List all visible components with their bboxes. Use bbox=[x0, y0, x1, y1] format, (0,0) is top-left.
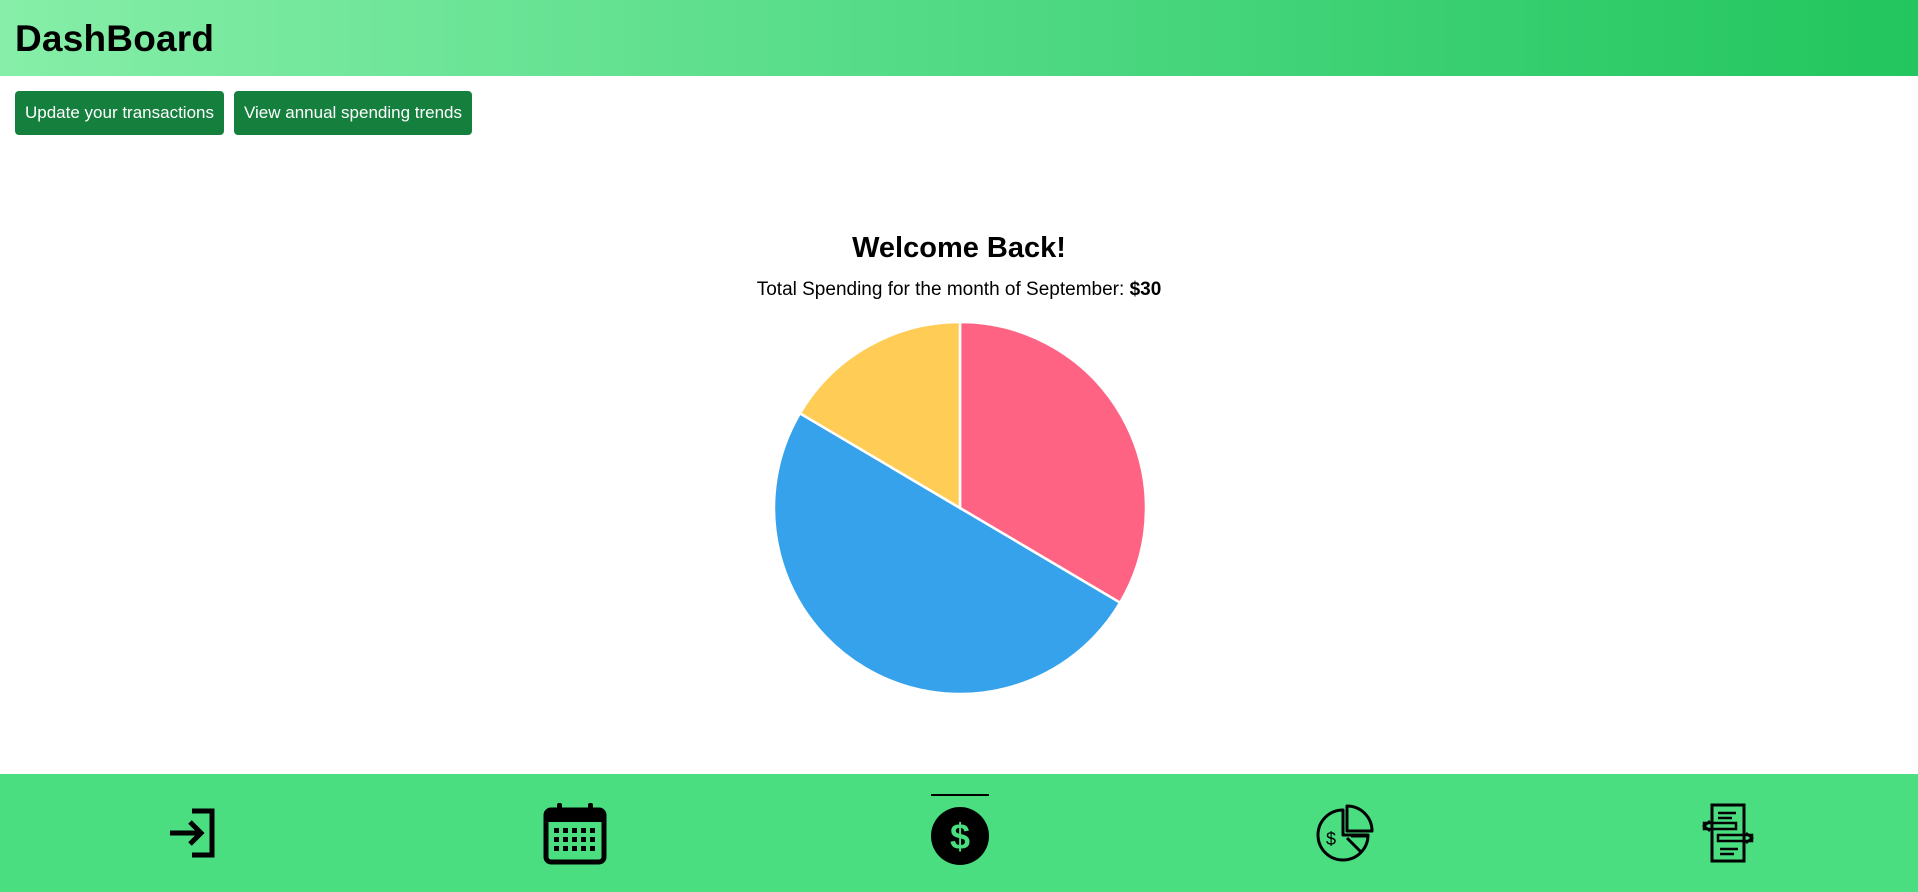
update-transactions-button[interactable]: Update your transactions bbox=[15, 91, 224, 135]
spending-pie-chart bbox=[772, 320, 1148, 696]
header-bar: DashBoard bbox=[0, 0, 1918, 76]
nav-budget[interactable]: pie-chart-dollar-icon $ bbox=[1285, 774, 1405, 892]
spending-amount: $30 bbox=[1129, 279, 1162, 300]
pie-chart-dollar-icon: $ bbox=[1316, 804, 1374, 862]
sign-in-icon bbox=[170, 808, 215, 858]
active-indicator bbox=[931, 794, 989, 796]
app: DashBoard Update your transactions View … bbox=[0, 0, 1918, 892]
spending-label: Total Spending for the month of Septembe… bbox=[756, 279, 1130, 300]
transfer-document-icon bbox=[1702, 803, 1754, 863]
view-trends-button[interactable]: View annual spending trends bbox=[234, 91, 473, 135]
welcome-heading: Welcome Back! bbox=[852, 232, 1066, 264]
nav-transfers[interactable]: transfer-document-icon bbox=[1668, 774, 1788, 892]
svg-text:$: $ bbox=[950, 816, 970, 857]
nav-calendar[interactable]: calendar-icon bbox=[515, 774, 635, 892]
svg-text:$: $ bbox=[1326, 829, 1336, 849]
spending-summary: Total Spending for the month of Septembe… bbox=[0, 279, 1918, 301]
bottom-nav: sign-in-icon calendar-icon bbox=[0, 774, 1918, 892]
page-title: DashBoard bbox=[15, 18, 215, 59]
nav-dollar[interactable]: dollar-circle-icon $ bbox=[900, 774, 1020, 892]
nav-sign-in[interactable]: sign-in-icon bbox=[132, 774, 252, 892]
calendar-icon bbox=[543, 803, 607, 865]
dollar-circle-icon: $ bbox=[931, 807, 989, 865]
toolbar: Update your transactions View annual spe… bbox=[15, 91, 473, 135]
